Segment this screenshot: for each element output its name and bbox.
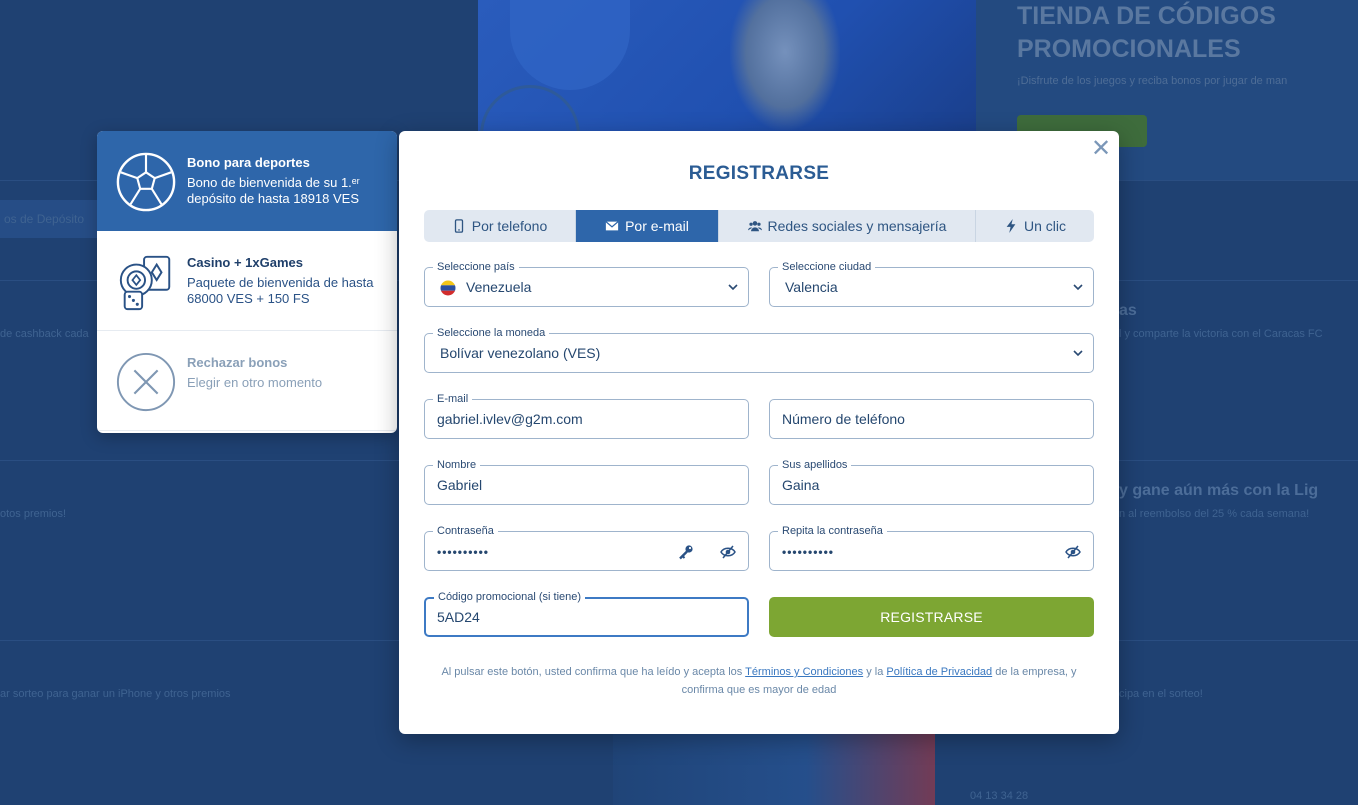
tab-one-click[interactable]: Un clic — [976, 210, 1094, 242]
bonus-option-reject[interactable]: Rechazar bonos Elegir en otro momento — [97, 331, 397, 431]
field-label: Seleccione país — [433, 260, 519, 274]
country-select[interactable]: Seleccione país Venezuela — [424, 260, 749, 307]
bg-right-heading: y gane aún más con la Lig — [1119, 482, 1319, 499]
bonus-option-casino[interactable]: Casino + 1xGames Paquete de bienvenida d… — [97, 231, 397, 331]
close-icon[interactable]: ✕ — [1091, 137, 1111, 161]
bonus-option-title: Rechazar bonos — [187, 355, 288, 370]
key-icon[interactable] — [678, 544, 694, 560]
modal-title: REGISTRARSE — [688, 163, 830, 184]
field-label: Seleccione la moneda — [433, 326, 550, 340]
field-label: Nombre — [433, 458, 481, 472]
chevron-down-icon — [1073, 284, 1083, 291]
tab-label: Un clic — [1023, 218, 1066, 234]
promo-code-value: 5AD24 — [437, 609, 480, 625]
currency-select[interactable]: Seleccione la moneda Bolívar venezolano … — [424, 326, 1094, 373]
bonus-option-description: Bono de bienvenida de su 1.ᵉʳ depósito d… — [187, 175, 360, 206]
privacy-link[interactable]: Política de Privacidad — [886, 666, 992, 678]
bonus-option-title: Casino + 1xGames — [187, 255, 303, 270]
reject-icon — [116, 352, 176, 412]
casino-chips-icon — [119, 255, 171, 311]
password-repeat-value: •••••••••• — [782, 545, 835, 559]
bg-right-text: n al reembolso del 25 % cada semana! — [1119, 508, 1310, 520]
bg-row-text: otos premios! — [0, 508, 67, 520]
bg-right-text: l y comparte la victoria con el Caracas … — [1119, 328, 1323, 340]
bonus-option-sports[interactable]: Bono para deportes Bono de bienvenida de… — [97, 131, 397, 231]
promo-store-title: TIENDA DE CÓDIGOS PROMOCIONALES — [1017, 2, 1276, 63]
password-value: •••••••••• — [437, 545, 490, 559]
tab-label: Por e-mail — [625, 218, 689, 234]
last-name-value: Gaina — [782, 477, 820, 493]
chevron-down-icon — [728, 284, 738, 291]
phone-placeholder: Número de teléfono — [782, 411, 905, 427]
field-label: Repita la contraseña — [778, 524, 887, 538]
soccer-ball-icon — [116, 152, 176, 212]
registration-method-tabs: Por telefono Por e-mail Redes sociales y… — [424, 210, 1094, 242]
register-button[interactable]: REGISTRARSE — [769, 597, 1094, 637]
phone-icon — [454, 219, 463, 233]
background-tab-label: os de Depósito — [4, 212, 85, 226]
city-value: Valencia — [785, 279, 838, 295]
bonus-selection-panel: Bono para deportes Bono de bienvenida de… — [97, 131, 397, 433]
email-value: gabriel.ivlev@g2m.com — [437, 411, 583, 427]
currency-value: Bolívar venezolano (VES) — [440, 345, 601, 361]
password-repeat-field[interactable]: Repita la contraseña •••••••••• — [769, 524, 1094, 571]
legal-text: Al pulsar este botón, usted confirma que… — [441, 666, 746, 678]
envelope-icon — [605, 221, 619, 231]
bg-row-text: de cashback cada — [0, 328, 89, 340]
promo-code-field[interactable]: Código promocional (si tiene) 5AD24 — [424, 590, 749, 637]
city-select[interactable]: Seleccione ciudad Valencia — [769, 260, 1094, 307]
tab-phone[interactable]: Por telefono — [424, 210, 576, 242]
bg-right-heading: as — [1119, 302, 1137, 319]
venezuela-flag-icon — [440, 280, 456, 296]
field-label: Seleccione ciudad — [778, 260, 876, 274]
terms-link[interactable]: Términos y Condiciones — [745, 666, 863, 678]
phone-field[interactable]: Número de teléfono — [769, 399, 1094, 439]
legal-text: y la — [863, 666, 887, 678]
first-name-value: Gabriel — [437, 477, 483, 493]
chevron-down-icon — [1073, 350, 1083, 357]
registration-modal: ✕ REGISTRARSE Por telefono Por e-mail Re… — [399, 131, 1119, 734]
bg-row-text: ar sorteo para ganar un iPhone y otros p… — [0, 688, 231, 700]
bonus-option-description: Paquete de bienvenida de hasta 68000 VES… — [187, 275, 374, 306]
email-field[interactable]: E-mail gabriel.ivlev@g2m.com — [424, 392, 749, 439]
first-name-field[interactable]: Nombre Gabriel — [424, 458, 749, 505]
bg-countdown: 04 13 34 28 — [970, 790, 1029, 802]
legal-notice: Al pulsar este botón, usted confirma que… — [439, 663, 1079, 699]
tab-label: Por telefono — [471, 218, 548, 234]
lightning-icon — [1006, 219, 1016, 233]
field-label: Sus apellidos — [778, 458, 852, 472]
eye-hidden-icon[interactable] — [720, 544, 736, 560]
tab-email[interactable]: Por e-mail — [576, 210, 719, 242]
tab-social[interactable]: Redes sociales y mensajería — [719, 210, 976, 242]
field-label: E-mail — [433, 392, 473, 406]
field-label: Código promocional (si tiene) — [434, 590, 586, 604]
tab-label: Redes sociales y mensajería — [767, 218, 947, 234]
country-value: Venezuela — [466, 279, 532, 295]
bg-right-text: cipa en el sorteo! — [1119, 688, 1203, 700]
hero-player-image — [730, 0, 840, 130]
users-icon — [747, 221, 762, 232]
bg-promo-image — [613, 730, 935, 805]
password-field[interactable]: Contraseña •••••••••• — [424, 524, 749, 571]
last-name-field[interactable]: Sus apellidos Gaina — [769, 458, 1094, 505]
promo-store-subtitle: ¡Disfrute de los juegos y reciba bonos p… — [1017, 75, 1288, 87]
field-label: Contraseña — [433, 524, 498, 538]
eye-hidden-icon[interactable] — [1065, 544, 1081, 560]
bonus-option-title: Bono para deportes — [187, 155, 310, 170]
bonus-option-description: Elegir en otro momento — [187, 375, 323, 390]
